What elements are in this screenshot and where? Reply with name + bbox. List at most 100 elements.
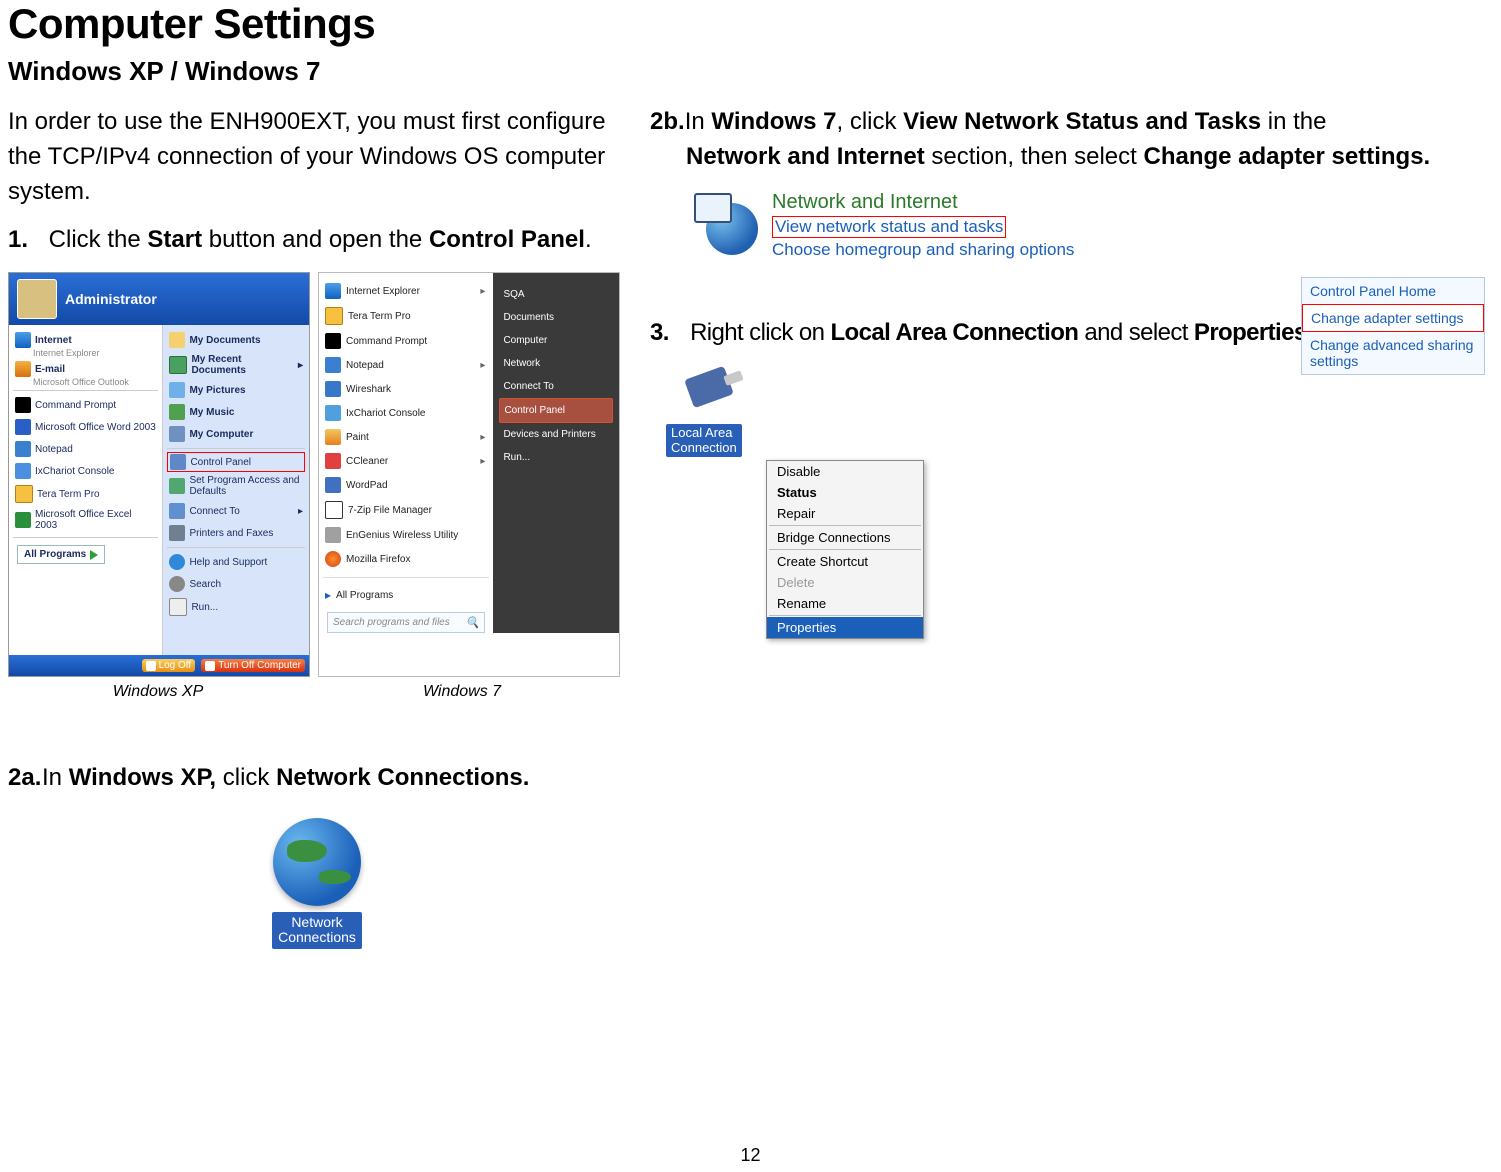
network-internet-category: Network and Internet View network status…	[694, 191, 1493, 260]
step-2b-cont: Network and Internet section, then selec…	[650, 140, 1493, 175]
cpl-home-link[interactable]: Control Panel Home	[1302, 278, 1484, 304]
w7-item-wordpad[interactable]: WordPad	[323, 473, 489, 497]
xp-item-help[interactable]: Help and Support	[167, 551, 305, 573]
mail-icon	[15, 361, 31, 377]
context-menu: Disable Status Repair Bridge Connections…	[766, 460, 924, 639]
cmd-icon	[15, 397, 31, 413]
page-title: Computer Settings	[8, 0, 1501, 48]
search-icon	[169, 576, 185, 592]
ctx-status[interactable]: Status	[767, 482, 923, 503]
word-icon	[15, 419, 31, 435]
xp-item-teraterm[interactable]: Tera Term Pro	[13, 482, 158, 506]
xp-item-mycomputer[interactable]: My Computer	[167, 423, 305, 445]
xp-user-name: Administrator	[65, 291, 157, 307]
ni-title: Network and Internet	[772, 191, 1074, 214]
w7-item-paint[interactable]: Paint▸	[323, 425, 489, 449]
ctx-repair[interactable]: Repair	[767, 503, 923, 524]
xp-all-programs[interactable]: All Programs	[17, 545, 105, 564]
step-2a: 2a.In Windows XP, click Network Connecti…	[8, 761, 626, 796]
xp-item-control-panel[interactable]: Control Panel	[167, 452, 305, 472]
subtitle: Windows XP / Windows 7	[8, 56, 1501, 87]
firefox-icon	[325, 551, 341, 567]
windows-xp-start-menu: Administrator Internet Internet Explorer…	[8, 272, 310, 677]
xp-item-excel[interactable]: Microsoft Office Excel 2003	[13, 506, 158, 534]
xp-item-notepad[interactable]: Notepad	[13, 438, 158, 460]
ctx-bridge[interactable]: Bridge Connections	[767, 527, 923, 548]
w7-item-ixchariot[interactable]: IxChariot Console	[323, 401, 489, 425]
start-menu-figures: Administrator Internet Internet Explorer…	[8, 272, 626, 677]
control-panel-icon	[170, 454, 186, 470]
w7-item-run[interactable]: Run...	[499, 446, 613, 469]
xp-item-music[interactable]: My Music	[167, 401, 305, 423]
run-icon	[169, 598, 187, 616]
xp-item-pictures[interactable]: My Pictures	[167, 379, 305, 401]
ni-view-status-link[interactable]: View network status and tasks	[772, 216, 1006, 238]
xp-item-internet-sub: Internet Explorer	[33, 348, 158, 358]
xp-item-connect-to[interactable]: Connect To ▸	[167, 500, 305, 522]
w7-item-teraterm[interactable]: Tera Term Pro	[323, 303, 489, 329]
xp-item-printers[interactable]: Printers and Faxes	[167, 522, 305, 544]
xp-item-search[interactable]: Search	[167, 573, 305, 595]
w7-item-cmd[interactable]: Command Prompt	[323, 329, 489, 353]
w7-item-wireshark[interactable]: Wireshark	[323, 377, 489, 401]
cmd-icon	[325, 333, 341, 349]
teraterm-icon	[325, 307, 343, 325]
w7-item-documents[interactable]: Documents	[499, 306, 613, 329]
ctx-delete: Delete	[767, 572, 923, 593]
step-2b: 2b.In Windows 7, click View Network Stat…	[650, 105, 1493, 140]
ctx-rename[interactable]: Rename	[767, 593, 923, 614]
ie-icon	[325, 283, 341, 299]
wordpad-icon	[325, 477, 341, 493]
network-internet-icon	[694, 191, 758, 255]
computer-icon	[169, 426, 185, 442]
w7-item-computer[interactable]: Computer	[499, 329, 613, 352]
folder-icon	[169, 332, 185, 348]
windows-7-start-menu: Internet Explorer▸ Tera Term Pro Command…	[318, 272, 620, 677]
xp-item-set-program-access[interactable]: Set Program Access and Defaults	[167, 472, 305, 500]
power-icon	[205, 661, 215, 671]
logoff-icon	[146, 661, 156, 671]
xp-item-run[interactable]: Run...	[167, 595, 305, 619]
xp-logoff-button[interactable]: Log Off	[142, 659, 196, 672]
network-connections-icon-block: NetworkConnections	[8, 818, 626, 949]
lan-label: Local AreaConnection	[666, 424, 742, 457]
xp-item-cmd[interactable]: Command Prompt	[13, 394, 158, 416]
wireshark-icon	[325, 381, 341, 397]
pictures-icon	[169, 382, 185, 398]
ctx-create-shortcut[interactable]: Create Shortcut	[767, 551, 923, 572]
w7-item-control-panel[interactable]: Control Panel	[499, 398, 613, 423]
ixchariot-icon	[15, 463, 31, 479]
xp-item-mydocs[interactable]: My Documents	[167, 329, 305, 351]
w7-item-ie[interactable]: Internet Explorer▸	[323, 279, 489, 303]
w7-item-notepad[interactable]: Notepad▸	[323, 353, 489, 377]
control-panel-sidebar: Control Panel Home Change adapter settin…	[1301, 277, 1485, 375]
engenius-icon	[325, 527, 341, 543]
connect-icon	[169, 503, 185, 519]
w7-item-network[interactable]: Network	[499, 352, 613, 375]
lan-adapter-icon[interactable]	[688, 372, 752, 420]
ctx-properties[interactable]: Properties	[767, 617, 923, 638]
xp-turnoff-button[interactable]: Turn Off Computer	[201, 659, 305, 672]
caption-windows-7: Windows 7	[308, 683, 616, 701]
ccleaner-icon	[325, 453, 341, 469]
xp-item-word[interactable]: Microsoft Office Word 2003	[13, 416, 158, 438]
xp-item-recentdocs[interactable]: My Recent Documents ▸	[167, 351, 305, 379]
w7-item-devices-printers[interactable]: Devices and Printers	[499, 423, 613, 446]
arrow-right-icon	[90, 550, 98, 560]
globe-icon[interactable]	[273, 818, 361, 906]
w7-item-connect-to[interactable]: Connect To	[499, 375, 613, 398]
w7-item-firefox[interactable]: Mozilla Firefox	[323, 547, 489, 571]
w7-all-programs[interactable]: ▸All Programs	[323, 584, 489, 606]
ctx-disable[interactable]: Disable	[767, 461, 923, 482]
step-1: 1. Click the Start button and open the C…	[8, 223, 626, 258]
cpl-change-advanced-sharing[interactable]: Change advanced sharing settings	[1302, 332, 1484, 374]
w7-item-user[interactable]: SQA	[499, 283, 613, 306]
xp-item-ixchariot[interactable]: IxChariot Console	[13, 460, 158, 482]
ni-homegroup-link[interactable]: Choose homegroup and sharing options	[772, 240, 1074, 260]
w7-item-7zip[interactable]: 7-Zip File Manager	[323, 497, 489, 523]
w7-item-ccleaner[interactable]: CCleaner▸	[323, 449, 489, 473]
notepad-icon	[325, 357, 341, 373]
cpl-change-adapter-settings[interactable]: Change adapter settings	[1302, 304, 1484, 332]
w7-search-input[interactable]: Search programs and files 🔍	[327, 612, 485, 633]
w7-item-engenius[interactable]: EnGenius Wireless Utility	[323, 523, 489, 547]
